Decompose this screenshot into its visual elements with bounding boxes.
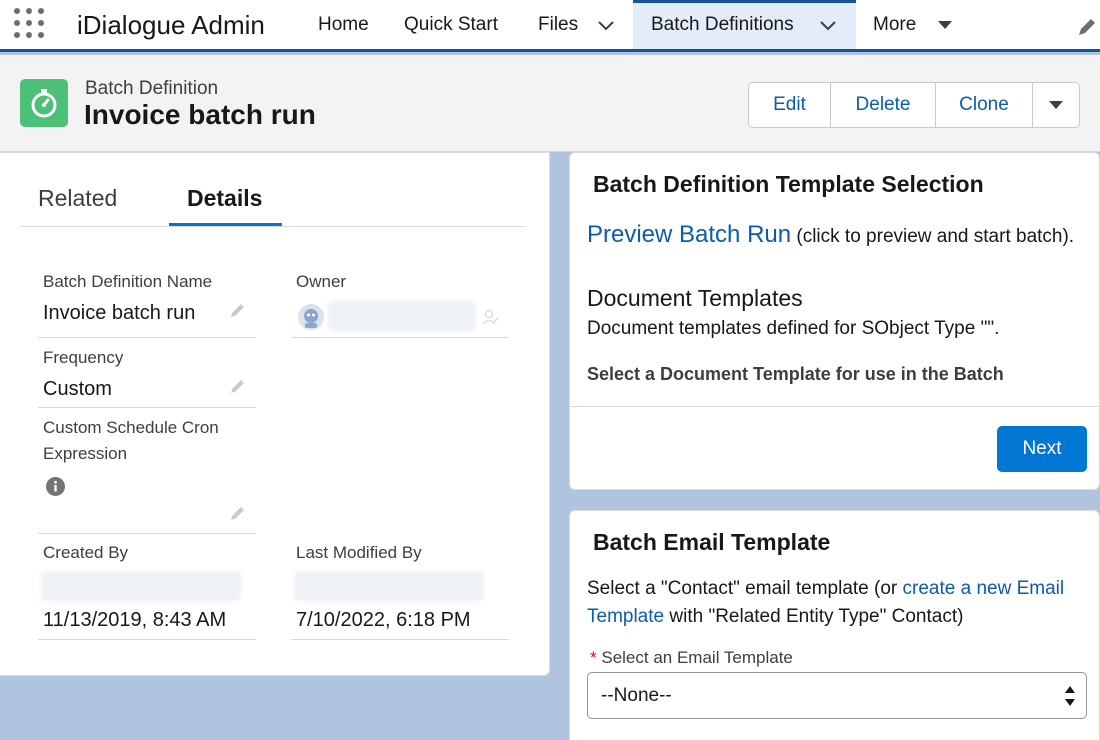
email-select-label: Select an Email Template bbox=[601, 648, 793, 667]
preview-note: (click to preview and start batch). bbox=[791, 226, 1075, 247]
help-info-icon[interactable] bbox=[46, 477, 65, 496]
nav-item-quick-start[interactable]: Quick Start bbox=[404, 0, 498, 49]
app-name: iDialogue Admin bbox=[77, 10, 265, 40]
select-document-template-prompt: Select a Document Template for use in th… bbox=[587, 364, 1004, 384]
more-actions-button[interactable] bbox=[1033, 83, 1079, 127]
field-divider bbox=[291, 337, 509, 338]
field-label-cron-line1: Custom Schedule Cron bbox=[43, 418, 219, 437]
field-divider bbox=[291, 639, 509, 640]
email-desc-prefix: Select a "Contact" email template (or bbox=[587, 578, 903, 599]
stopwatch-icon bbox=[31, 89, 57, 118]
owner-avatar[interactable] bbox=[298, 304, 324, 330]
select-up-down-arrows-icon bbox=[1065, 686, 1075, 706]
field-value-created-date: 11/13/2019, 8:43 AM bbox=[43, 609, 227, 631]
card-footer-divider bbox=[569, 406, 1100, 407]
delete-button[interactable]: Delete bbox=[831, 83, 936, 127]
modified-by-user-redacted bbox=[294, 571, 484, 601]
email-template-description-line1: Select a "Contact" email template (or cr… bbox=[587, 578, 1064, 600]
email-template-selected-value: --None-- bbox=[601, 685, 672, 706]
app-launcher-icon[interactable] bbox=[14, 8, 46, 40]
required-asterisk: * bbox=[590, 648, 597, 667]
document-templates-description: Document templates defined for SObject T… bbox=[587, 318, 1000, 339]
email-template-title: Batch Email Template bbox=[593, 529, 831, 555]
field-value-frequency: Custom bbox=[43, 378, 112, 400]
field-label-name: Batch Definition Name bbox=[43, 272, 213, 291]
field-label-owner: Owner bbox=[296, 272, 347, 291]
field-divider bbox=[38, 533, 256, 534]
field-divider bbox=[38, 639, 256, 640]
field-label-frequency: Frequency bbox=[43, 348, 124, 367]
change-owner-icon[interactable] bbox=[482, 308, 500, 326]
email-desc-suffix: with "Related Entity Type" Contact) bbox=[664, 606, 964, 627]
preview-line: Preview Batch Run (click to preview and … bbox=[587, 221, 1074, 249]
clone-button[interactable]: Clone bbox=[936, 83, 1033, 127]
tab-related[interactable]: Related bbox=[38, 185, 117, 212]
nav-item-files[interactable]: Files bbox=[538, 0, 578, 49]
tab-details[interactable]: Details bbox=[187, 185, 262, 212]
create-email-template-link-cont[interactable]: Template bbox=[587, 606, 664, 627]
nav-item-batch-definitions[interactable]: Batch Definitions bbox=[651, 0, 794, 49]
global-nav-bar: iDialogue Admin Home Quick Start Files B… bbox=[0, 0, 1100, 52]
field-label-last-modified-by: Last Modified By bbox=[296, 543, 422, 562]
tabs-divider bbox=[20, 226, 526, 227]
owner-name-redacted bbox=[328, 301, 475, 331]
field-divider bbox=[38, 407, 256, 408]
record-title: Invoice batch run bbox=[84, 99, 316, 130]
record-action-buttons: Edit Delete Clone bbox=[748, 82, 1080, 128]
edit-cron-pencil-icon[interactable] bbox=[229, 504, 247, 522]
nav-item-home[interactable]: Home bbox=[318, 0, 369, 49]
field-value-modified-date: 7/10/2022, 6:18 PM bbox=[296, 609, 471, 631]
record-header: Batch Definition Invoice batch run Edit … bbox=[0, 55, 1100, 152]
field-value-name: Invoice batch run bbox=[43, 302, 196, 324]
document-templates-heading: Document Templates bbox=[587, 285, 803, 311]
field-label-cron-line2: Expression bbox=[43, 444, 128, 463]
edit-frequency-pencil-icon[interactable] bbox=[229, 377, 247, 395]
edit-button[interactable]: Edit bbox=[749, 83, 831, 127]
next-button[interactable]: Next bbox=[997, 426, 1087, 472]
created-by-user-redacted bbox=[41, 571, 241, 601]
batch-definitions-chevron-down-icon[interactable] bbox=[818, 15, 838, 35]
batch-definition-record-icon bbox=[20, 79, 68, 127]
files-chevron-down-icon[interactable] bbox=[596, 15, 616, 35]
preview-batch-run-link[interactable]: Preview Batch Run bbox=[587, 221, 791, 248]
create-email-template-link[interactable]: create a new Email bbox=[903, 578, 1065, 599]
edit-nav-pencil-icon[interactable] bbox=[1076, 16, 1098, 38]
caret-down-icon bbox=[1049, 101, 1063, 109]
field-label-created-by: Created By bbox=[43, 543, 129, 562]
more-caret-down-icon[interactable] bbox=[935, 15, 955, 35]
record-type-label: Batch Definition bbox=[85, 78, 219, 99]
record-detail-card: Related Details Batch Definition Name In… bbox=[0, 152, 550, 676]
edit-name-pencil-icon[interactable] bbox=[229, 301, 247, 319]
nav-item-more[interactable]: More bbox=[873, 0, 916, 49]
field-divider bbox=[38, 337, 256, 338]
email-template-select[interactable]: --None-- bbox=[587, 672, 1087, 719]
email-template-description-line2: Template with "Related Entity Type" Cont… bbox=[587, 606, 963, 628]
email-select-label-row: * Select an Email Template bbox=[590, 648, 793, 668]
template-selection-title: Batch Definition Template Selection bbox=[593, 171, 984, 197]
